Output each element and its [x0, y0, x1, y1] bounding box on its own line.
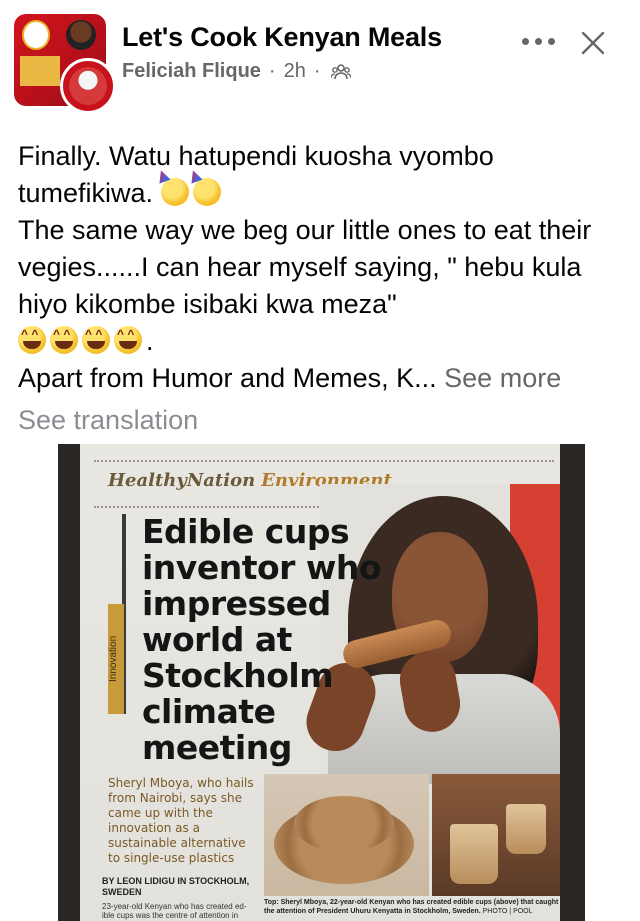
vertical-tag: Innovation: [108, 604, 124, 714]
caption-line-2: The same way we beg our little ones to e…: [18, 215, 592, 319]
see-more-link[interactable]: See more: [444, 363, 561, 393]
laughing-emoji-icon: [50, 326, 78, 354]
author-name[interactable]: Feliciah Flique: [122, 60, 261, 83]
author-avatar[interactable]: [60, 58, 116, 114]
laughing-emoji-icon: [114, 326, 142, 354]
article-deck: Sheryl Mboya, who hails from Nairobi, sa…: [108, 776, 254, 865]
newspaper-page: HealthyNation Environment Innovation Edib…: [80, 444, 560, 921]
article-headline: Edible cups inventor who impressed world…: [142, 512, 382, 767]
cups-photo: [432, 774, 560, 896]
meta-separator: ·: [268, 60, 276, 82]
post-time[interactable]: 2h: [284, 60, 306, 83]
post-photo[interactable]: HealthyNation Environment Innovation Edib…: [58, 444, 585, 921]
crest-icon: [22, 20, 50, 50]
see-translation-link[interactable]: See translation: [18, 405, 198, 436]
laughing-emoji-icon: [18, 326, 46, 354]
laughing-emoji-icon: [82, 326, 110, 354]
post-caption: Finally. Watu hatupendi kuosha vyombo tu…: [18, 138, 628, 397]
meta-separator-2: ·: [313, 60, 321, 82]
more-dots-icon[interactable]: [522, 28, 556, 54]
avatar-person: [66, 20, 96, 50]
cup: [450, 824, 498, 884]
author-avatar-image: [69, 67, 107, 105]
article-body: 23-year-old Kenyan who has created ed-ib…: [102, 902, 247, 921]
party-face-emoji-icon: [192, 178, 221, 206]
avatar-banner: [20, 56, 60, 86]
post-header: Let's Cook Kenyan Meals Feliciah Flique …: [0, 0, 640, 118]
plates-photo: [264, 774, 429, 896]
group-audience-icon[interactable]: [330, 63, 351, 80]
post-meta: Feliciah Flique · 2h ·: [122, 60, 351, 83]
party-face-emoji-icon: [160, 178, 189, 206]
close-icon[interactable]: [580, 30, 606, 56]
article-byline: BY LEON LIDIGU IN STOCKHOLM, SWEDEN: [102, 876, 250, 897]
cup: [506, 804, 546, 854]
caption-line-1: Finally. Watu hatupendi kuosha vyombo tu…: [18, 141, 494, 208]
plate: [294, 796, 394, 852]
caption-emoji-row: .: [18, 323, 628, 360]
caption-line-3: Apart from Humor and Memes, K... See mor…: [18, 363, 562, 393]
group-name[interactable]: Let's Cook Kenyan Meals: [122, 22, 442, 53]
photo-caption: Top: Sheryl Mboya, 22-year-old Kenyan wh…: [264, 899, 559, 915]
